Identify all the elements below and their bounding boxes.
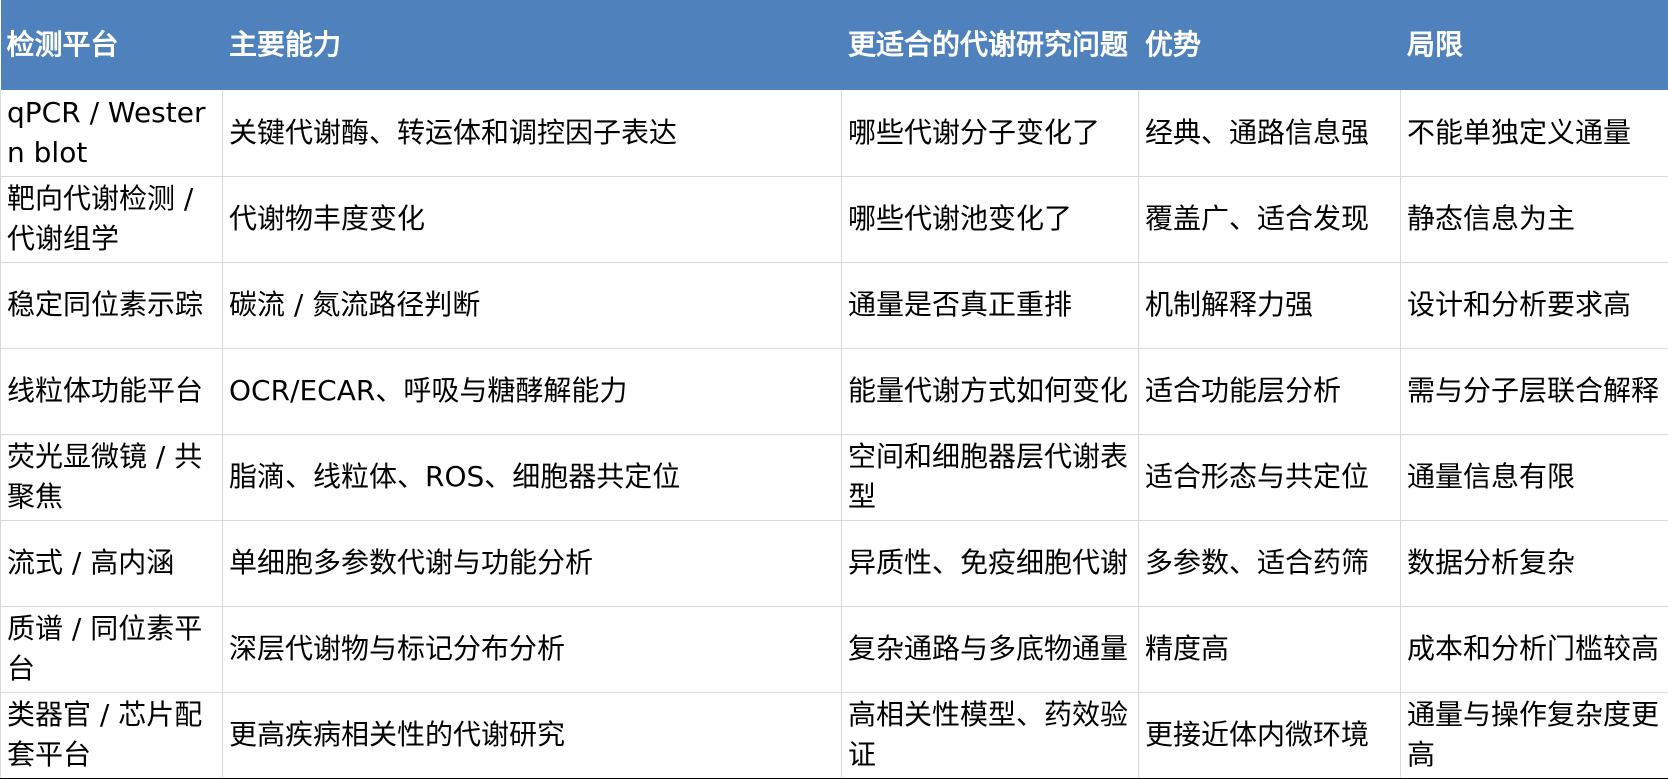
cell-limitation: 成本和分析门槛较高 (1400, 606, 1668, 693)
table-row: 靶向代谢检测 / 代谢组学 代谢物丰度变化 哪些代谢池变化了 覆盖广、适合发现 … (0, 176, 1668, 263)
cell-research-question: 异质性、免疫细胞代谢 (841, 520, 1139, 607)
cell-advantage: 更接近体内微环境 (1138, 692, 1401, 779)
cell-advantage: 机制解释力强 (1138, 262, 1401, 349)
cell-limitation: 通量与操作复杂度更高 (1400, 692, 1668, 779)
cell-platform: 靶向代谢检测 / 代谢组学 (0, 176, 223, 263)
cell-capability: OCR/ECAR、呼吸与糖酵解能力 (222, 348, 842, 435)
cell-platform: 稳定同位素示踪 (0, 262, 223, 349)
cell-capability: 单细胞多参数代谢与功能分析 (222, 520, 842, 607)
cell-research-question: 高相关性模型、药效验证 (841, 692, 1139, 779)
cell-limitation: 设计和分析要求高 (1400, 262, 1668, 349)
header-row: 检测平台 主要能力 更适合的代谢研究问题 优势 局限 (0, 0, 1668, 90)
table-row: qPCR / Western blot 关键代谢酶、转运体和调控因子表达 哪些代… (0, 90, 1668, 177)
table-row: 流式 / 高内涵 单细胞多参数代谢与功能分析 异质性、免疫细胞代谢 多参数、适合… (0, 520, 1668, 607)
cell-advantage: 多参数、适合药筛 (1138, 520, 1401, 607)
cell-research-question: 复杂通路与多底物通量 (841, 606, 1139, 693)
table-header: 检测平台 主要能力 更适合的代谢研究问题 优势 局限 (0, 0, 1668, 90)
table-row: 稳定同位素示踪 碳流 / 氮流路径判断 通量是否真正重排 机制解释力强 设计和分… (0, 262, 1668, 349)
cell-advantage: 经典、通路信息强 (1138, 90, 1401, 177)
header-research-question: 更适合的代谢研究问题 (841, 0, 1139, 90)
cell-platform: qPCR / Western blot (0, 90, 223, 177)
cell-limitation: 静态信息为主 (1400, 176, 1668, 263)
cell-research-question: 空间和细胞器层代谢表型 (841, 434, 1139, 521)
table-row: 质谱 / 同位素平台 深层代谢物与标记分布分析 复杂通路与多底物通量 精度高 成… (0, 606, 1668, 693)
cell-capability: 更高疾病相关性的代谢研究 (222, 692, 842, 779)
cell-platform: 线粒体功能平台 (0, 348, 223, 435)
cell-limitation: 数据分析复杂 (1400, 520, 1668, 607)
cell-research-question: 能量代谢方式如何变化 (841, 348, 1139, 435)
cell-capability: 深层代谢物与标记分布分析 (222, 606, 842, 693)
cell-capability: 代谢物丰度变化 (222, 176, 842, 263)
comparison-table: 检测平台 主要能力 更适合的代谢研究问题 优势 局限 qPCR / Wester… (0, 0, 1668, 779)
cell-capability: 碳流 / 氮流路径判断 (222, 262, 842, 349)
header-limitation: 局限 (1400, 0, 1668, 90)
header-platform: 检测平台 (0, 0, 223, 90)
cell-platform: 流式 / 高内涵 (0, 520, 223, 607)
cell-limitation: 需与分子层联合解释 (1400, 348, 1668, 435)
cell-advantage: 适合功能层分析 (1138, 348, 1401, 435)
cell-platform: 类器官 / 芯片配套平台 (0, 692, 223, 779)
table-row: 荧光显微镜 / 共聚焦 脂滴、线粒体、ROS、细胞器共定位 空间和细胞器层代谢表… (0, 434, 1668, 521)
cell-research-question: 哪些代谢池变化了 (841, 176, 1139, 263)
cell-capability: 脂滴、线粒体、ROS、细胞器共定位 (222, 434, 842, 521)
cell-capability: 关键代谢酶、转运体和调控因子表达 (222, 90, 842, 177)
table-row: 类器官 / 芯片配套平台 更高疾病相关性的代谢研究 高相关性模型、药效验证 更接… (0, 692, 1668, 779)
cell-research-question: 通量是否真正重排 (841, 262, 1139, 349)
cell-limitation: 不能单独定义通量 (1400, 90, 1668, 177)
cell-platform: 质谱 / 同位素平台 (0, 606, 223, 693)
cell-advantage: 精度高 (1138, 606, 1401, 693)
table-row: 线粒体功能平台 OCR/ECAR、呼吸与糖酵解能力 能量代谢方式如何变化 适合功… (0, 348, 1668, 435)
header-capability: 主要能力 (222, 0, 842, 90)
cell-research-question: 哪些代谢分子变化了 (841, 90, 1139, 177)
cell-advantage: 适合形态与共定位 (1138, 434, 1401, 521)
table-body: qPCR / Western blot 关键代谢酶、转运体和调控因子表达 哪些代… (0, 90, 1668, 779)
cell-advantage: 覆盖广、适合发现 (1138, 176, 1401, 263)
cell-platform: 荧光显微镜 / 共聚焦 (0, 434, 223, 521)
header-advantage: 优势 (1138, 0, 1401, 90)
cell-limitation: 通量信息有限 (1400, 434, 1668, 521)
